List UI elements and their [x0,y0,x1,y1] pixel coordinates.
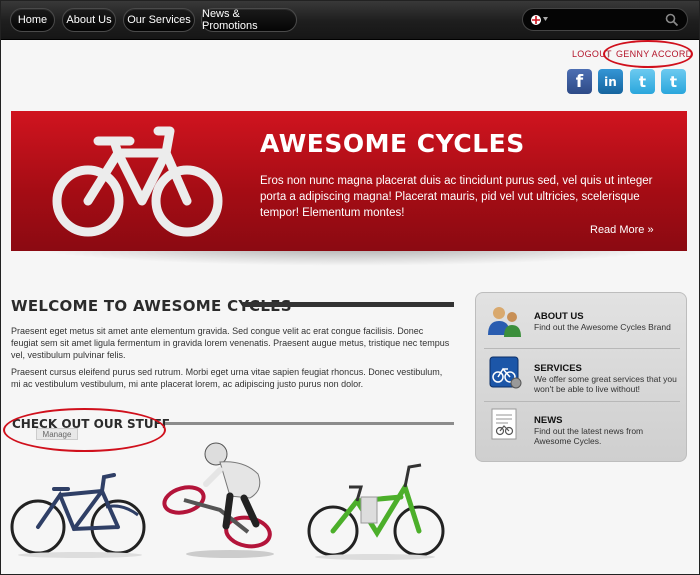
annotation-circle-stuff [3,408,166,452]
info-sidebox: ABOUT US Find out the Awesome Cycles Bra… [475,292,687,462]
heading-rule [243,302,454,307]
welcome-paragraph-1: Praesent eget metus sit amet ante elemen… [11,326,450,360]
linkedin-icon[interactable]: in [598,69,623,94]
search-input[interactable] [557,12,657,28]
product-bmx-rider-image[interactable] [160,440,282,562]
banner-title: AWESOME CYCLES [260,129,525,158]
sidebox-news[interactable]: NEWS Find out the latest news from Aweso… [476,401,688,453]
stuff-heading-rule [165,422,454,425]
search-box [522,8,688,31]
read-more-link[interactable]: Read More » [590,224,654,236]
nav-news-promotions[interactable]: News & Promotions [201,8,297,32]
twitter-icon[interactable]: t [630,69,655,94]
sidebox-about-us[interactable]: ABOUT US Find out the Awesome Cycles Bra… [476,297,688,349]
sidebox-services-desc: We offer some great services that you wo… [534,374,677,394]
sidebox-news-title: NEWS [534,415,563,426]
services-bike-icon [489,356,522,389]
bicycle-icon [52,126,223,237]
top-nav-bar: Home About Us Our Services News & Promot… [0,0,700,40]
hero-banner: AWESOME CYCLES Eros non nunc magna place… [11,111,687,251]
annotation-circle-username [603,40,693,68]
sidebox-news-desc: Find out the latest news from Awesome Cy… [534,426,644,446]
nav-our-services[interactable]: Our Services [123,8,195,32]
banner-text: Eros non nunc magna placerat duis ac tin… [260,175,653,219]
nav-about-us[interactable]: About Us [62,8,116,32]
sidebox-services[interactable]: SERVICES We offer some great services th… [476,349,688,401]
welcome-paragraph-2: Praesent cursus eleifend purus sed rutru… [11,367,443,389]
sidebox-about-title: ABOUT US [534,311,584,322]
language-flag-icon[interactable] [529,12,549,28]
news-document-icon [491,408,517,440]
sidebox-about-desc: Find out the Awesome Cycles Brand [534,322,671,332]
twitter-bird-icon[interactable]: t [661,69,686,94]
product-electric-bike-image[interactable] [305,457,445,561]
search-icon[interactable] [665,13,679,27]
nav-home[interactable]: Home [10,8,55,32]
sidebox-services-title: SERVICES [534,363,582,374]
facebook-icon[interactable]: f [567,69,592,94]
people-icon [488,307,521,337]
product-city-bike-image[interactable] [10,455,148,559]
